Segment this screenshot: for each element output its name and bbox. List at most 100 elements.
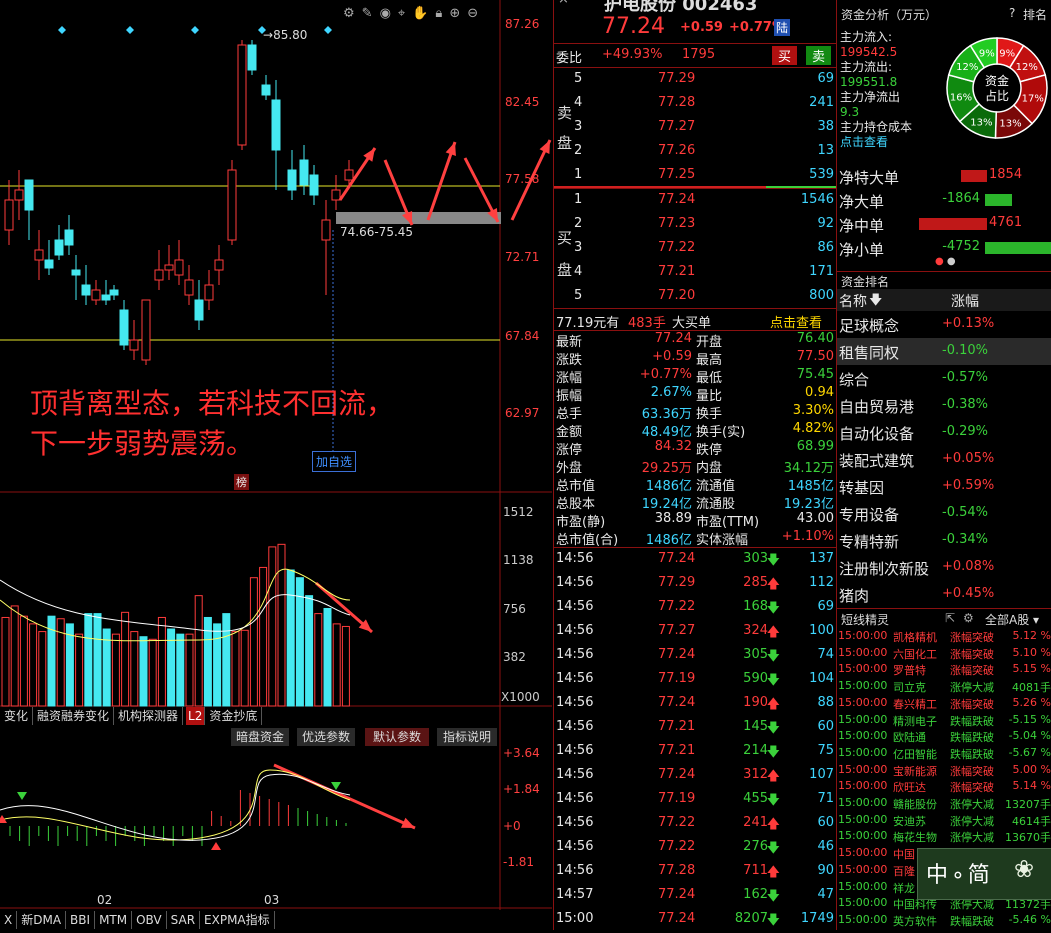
event-marker-icon[interactable]	[58, 26, 66, 34]
short-line-row[interactable]: 15:00:00 安迪苏 涨停大减 4614手	[837, 812, 1051, 829]
short-line-row[interactable]: 15:00:00 春兴精工 涨幅突破 5.26 %	[837, 695, 1051, 712]
short-line-row[interactable]: 15:00:00 欣旺达 涨幅突破 5.14 %	[837, 778, 1051, 795]
rank-row[interactable]: 自由贸易港 -0.38%	[837, 392, 1051, 419]
level-price: 77.27	[658, 119, 696, 134]
annotation-line: 下一步弱势震荡。	[30, 427, 255, 460]
short-line-row[interactable]: 15:00:00 司立克 涨停大减 4081手	[837, 678, 1051, 695]
page-dots[interactable]: ● ●	[935, 256, 956, 267]
rank-list[interactable]: 足球概念 +0.13% 租售同权 -0.10% 综合 -0.57% 自由贸易港 -0.38% 自…	[837, 311, 1051, 608]
default-params-button[interactable]: 默认参数	[365, 728, 429, 746]
tab-x[interactable]: X	[0, 911, 18, 929]
tab-sar[interactable]: SAR	[167, 911, 201, 929]
cost-view-link[interactable]: 点击查看	[840, 135, 912, 150]
short-line-row[interactable]: 15:00:00 罗普特 涨幅突破 5.15 %	[837, 661, 1051, 678]
sector-change: +0.59%	[942, 478, 995, 493]
macd-tick: +1.84	[503, 782, 540, 796]
zoom-in-icon[interactable]: ⊕	[449, 6, 467, 21]
stat-row: 金额 48.49亿 换手(实) 4.82%	[554, 421, 836, 440]
bid-level[interactable]: 5 77.20 800	[554, 285, 836, 309]
rank-row[interactable]: 转基因 +0.59%	[837, 473, 1051, 500]
trade-time: 14:56	[556, 695, 594, 710]
short-line-row[interactable]: 15:00:00 赣能股份 涨停大减 13207手	[837, 795, 1051, 812]
rank-row[interactable]: 装配式建筑 +0.05%	[837, 446, 1051, 473]
stock-filter-select[interactable]: 全部A股 ▾	[985, 611, 1039, 628]
price-tick: 62.97	[505, 406, 540, 420]
event-marker-icon[interactable]	[324, 26, 332, 34]
hand-icon[interactable]: ✋	[412, 6, 435, 21]
ask-level[interactable]: 1 77.25 539	[554, 164, 836, 188]
expand-icon[interactable]: ⇱	[945, 611, 955, 625]
lock-icon[interactable]: 🔒︎	[435, 6, 449, 21]
short-line-row[interactable]: 15:00:00 英方软件 跌幅跌破 -5.46 %	[837, 912, 1051, 929]
tab-fund-bottom[interactable]: 资金抄底	[205, 707, 263, 725]
pen-icon[interactable]: ✎	[362, 6, 380, 21]
last-price: 77.24	[602, 14, 665, 39]
ask-level[interactable]: 5 77.29 69	[554, 68, 836, 92]
rank-row[interactable]: 综合 -0.57%	[837, 365, 1051, 392]
rank-col-name[interactable]: 名称	[839, 291, 867, 311]
settings-icon[interactable]: ⚙	[343, 6, 362, 21]
buy-button[interactable]: 买	[772, 46, 798, 65]
zoom-out-icon[interactable]: ⊖	[467, 6, 485, 21]
sell-button[interactable]: 卖	[806, 46, 832, 65]
rank-col-pct[interactable]: 涨幅	[951, 291, 979, 311]
tab-institution-detector[interactable]: 机构探测器	[114, 707, 184, 725]
short-line-row[interactable]: 15:00:00 亿田智能 跌幅跌破 -5.67 %	[837, 745, 1051, 762]
ask-level[interactable]: 3 77.27 38	[554, 116, 836, 140]
tab-new-dma[interactable]: 新DMA	[17, 911, 67, 929]
trade-volume: 312	[743, 767, 768, 782]
candle-body	[54, 239, 64, 256]
bid-level[interactable]: 4 77.21 171	[554, 261, 836, 285]
bid-level[interactable]: 1 77.24 1546	[554, 189, 836, 213]
close-icon[interactable]: ×	[558, 0, 569, 7]
tab-bbi[interactable]: BBI	[66, 911, 96, 929]
tab-mtm[interactable]: MTM	[95, 911, 133, 929]
short-line-row[interactable]: 15:00:00 六国化工 涨幅突破 5.10 %	[837, 645, 1051, 662]
ask-level[interactable]: 2 77.26 13	[554, 140, 836, 164]
short-line-row[interactable]: 15:00:00 精测电子 跌幅跌破 -5.15 %	[837, 712, 1051, 729]
rank-row[interactable]: 自动化设备 -0.29%	[837, 419, 1051, 446]
chart-panel[interactable]: ⚙✎◉⌖✋🔒︎⊕⊖ 87.26 82.45 77.58 72.71 67.84 …	[0, 0, 552, 930]
input-method-widget[interactable]: 中 ∘ 简 ❀	[917, 848, 1051, 900]
trade-ticks[interactable]: 14:56 77.24 303 🡇 137 14:56 77.29 285 🡅 112 14:56 7…	[554, 548, 836, 930]
volume-bar	[139, 636, 148, 707]
volume-bar	[268, 546, 277, 707]
tab-change[interactable]: 变化	[0, 707, 34, 725]
trade-time: 14:56	[556, 647, 594, 662]
big-order-view-link[interactable]: 点击查看	[770, 312, 822, 331]
preferred-params-button[interactable]: 优选参数	[297, 728, 355, 746]
short-line-row[interactable]: 15:00:00 梅花生物 涨停大减 13670手	[837, 828, 1051, 845]
rank-row[interactable]: 专用设备 -0.54%	[837, 500, 1051, 527]
gear-icon[interactable]: ⚙	[963, 611, 974, 625]
stats-table: 最新 77.24 开盘 76.40 涨跌 +0.59 最高 77.50 涨幅 +0.77% 最低 75…	[554, 331, 836, 548]
stat-value: 1486亿	[645, 533, 692, 548]
rank-row[interactable]: 注册制次新股 +0.08%	[837, 554, 1051, 581]
level-price: 77.25	[658, 167, 696, 182]
rank-badge[interactable]: 榜	[234, 474, 249, 490]
rank-row[interactable]: 租售同权 -0.10%	[837, 338, 1051, 365]
trade-volume: 168	[743, 599, 768, 614]
event-marker-icon[interactable]	[191, 26, 199, 34]
rank-row[interactable]: 专精特新 -0.34%	[837, 527, 1051, 554]
bid-level[interactable]: 3 77.22 86	[554, 237, 836, 261]
rank-row[interactable]: 猪肉 +0.45%	[837, 581, 1051, 608]
trade-time: 14:56	[556, 791, 594, 806]
eye-icon[interactable]: ◉	[380, 6, 398, 21]
kline-chart[interactable]	[0, 0, 552, 930]
short-line-row[interactable]: 15:00:00 宝新能源 涨幅突破 5.00 %	[837, 762, 1051, 779]
indicator-help-button[interactable]: 指标说明	[437, 728, 497, 746]
pin-icon[interactable]: ⌖	[398, 6, 412, 21]
sort-down-icon[interactable]: 🡇	[869, 291, 882, 313]
short-line-row[interactable]: 15:00:00 凯格精机 涨幅突破 5.12 %	[837, 628, 1051, 645]
short-line-row[interactable]: 15:00:00 欧陆通 跌幅跌破 -5.04 %	[837, 728, 1051, 745]
dark-fund-button[interactable]: 暗盘资金	[231, 728, 289, 746]
bid-level[interactable]: 2 77.23 92	[554, 213, 836, 237]
tab-margin-change[interactable]: 融资融券变化	[33, 707, 115, 725]
rank-row[interactable]: 足球概念 +0.13%	[837, 311, 1051, 338]
rank-link[interactable]: 排名	[1023, 6, 1047, 23]
help-icon[interactable]: ?	[1009, 6, 1015, 20]
ask-level[interactable]: 4 77.28 241	[554, 92, 836, 116]
tab-obv[interactable]: OBV	[132, 911, 167, 929]
event-marker-icon[interactable]	[126, 26, 134, 34]
tab-expma[interactable]: EXPMA指标	[200, 911, 275, 929]
